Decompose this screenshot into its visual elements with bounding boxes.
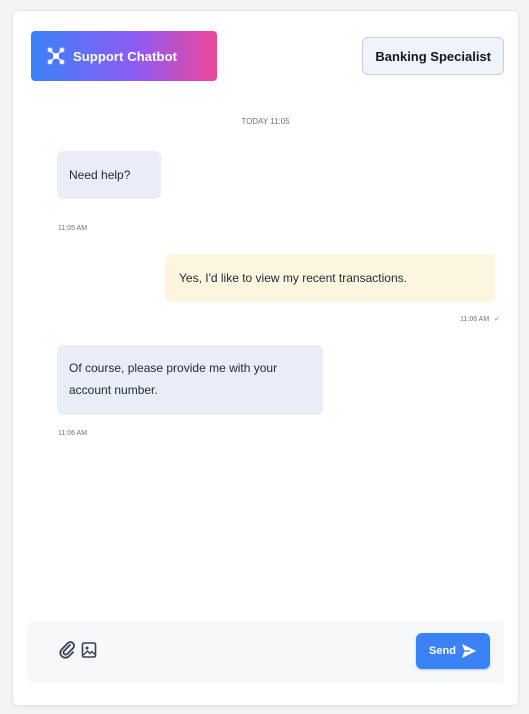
paperclip-icon[interactable]	[57, 639, 77, 661]
message-composer: Send	[27, 621, 504, 683]
brand-label: Support Chatbot	[73, 48, 178, 64]
date-separator: TODAY 11:05	[241, 117, 290, 126]
message-timestamp: 11:05 AM	[58, 225, 87, 232]
outgoing-message: Yes, I'd like to view my recent transact…	[165, 254, 495, 302]
chat-window: Support Chatbot Banking Specialist TODAY…	[12, 10, 519, 706]
brand-badge: Support Chatbot	[31, 31, 217, 81]
timestamp-text: 11:06 AM	[460, 316, 490, 323]
message-text: Need help?	[69, 168, 131, 182]
chatbot-logo-icon	[45, 45, 67, 67]
message-timestamp: 11:06 AM	[58, 430, 87, 437]
send-icon	[461, 643, 477, 659]
message-text: Yes, I'd like to view my recent transact…	[179, 271, 407, 285]
message-text: Of course, please provide me with your a…	[69, 361, 278, 397]
read-receipt-icon: ✓	[494, 316, 500, 323]
chat-header: Support Chatbot Banking Specialist	[13, 11, 518, 100]
timestamp-text: 11:05 AM	[58, 225, 88, 232]
send-label: Send	[429, 645, 456, 657]
incoming-message: Need help?	[57, 151, 161, 199]
incoming-message: Of course, please provide me with your a…	[57, 345, 323, 415]
timestamp-text: 11:06 AM	[58, 430, 88, 437]
send-button[interactable]: Send	[416, 633, 490, 669]
specialist-selector-button[interactable]: Banking Specialist	[362, 37, 504, 75]
message-timestamp: 11:06 AM ✓	[460, 315, 500, 323]
message-list[interactable]: TODAY 11:05 Need help? 11:05 AM Yes, I'd…	[13, 99, 518, 611]
image-icon[interactable]	[79, 639, 99, 661]
